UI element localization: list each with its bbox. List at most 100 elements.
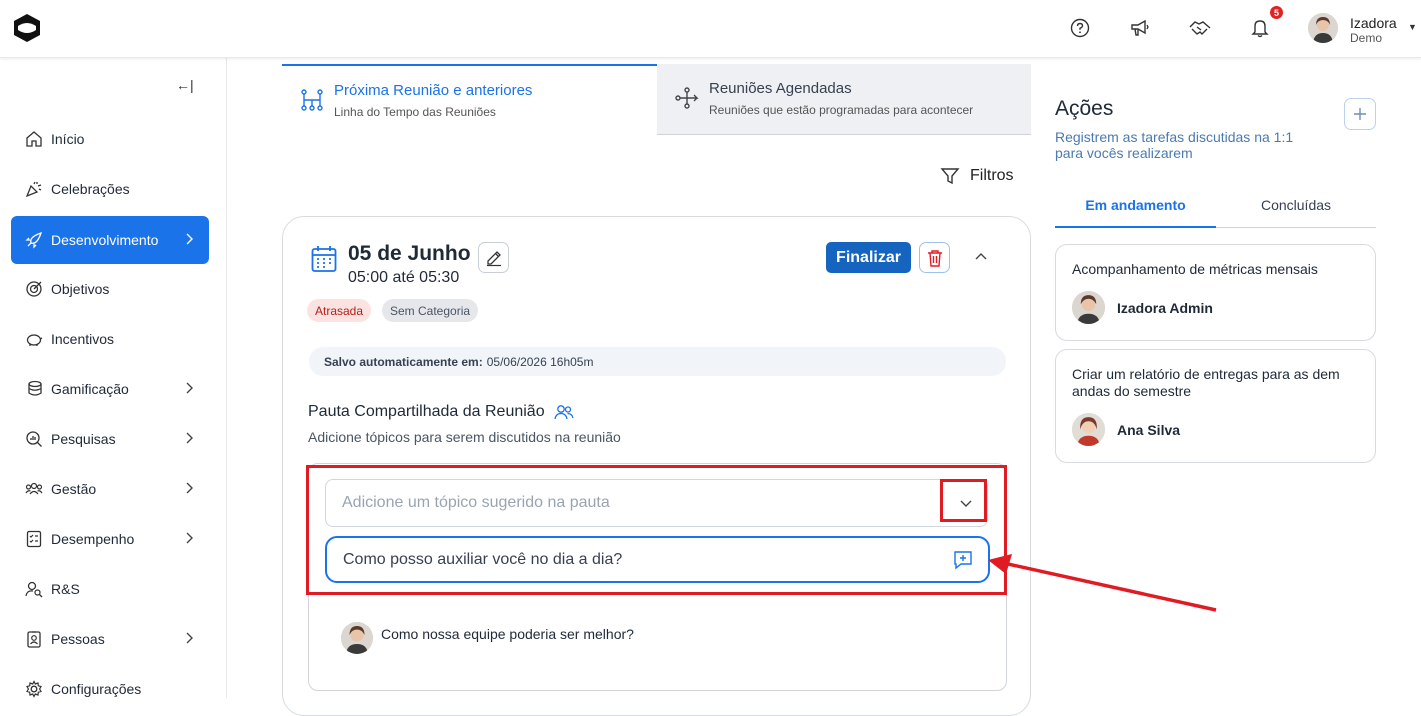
status-badge: Atrasada [307, 299, 372, 322]
filters-button[interactable]: Filtros [940, 166, 1014, 186]
megaphone-icon[interactable] [1128, 16, 1152, 40]
tab-subtitle: Linha do Tempo das Reuniões [334, 105, 496, 119]
sidebar-item-gestao[interactable]: Gestão [11, 465, 209, 513]
schedule-flow-icon [675, 87, 699, 109]
sidebar-item-label: Incentivos [51, 331, 115, 347]
assignee-name: Izadora Admin [1117, 299, 1213, 316]
autosave-label: Salvo automaticamente em: [324, 354, 483, 369]
action-text: Acompanhamento de métricas mensais [1072, 261, 1318, 277]
sidebar-item-objetivos[interactable]: Objetivos [11, 265, 209, 313]
search-chart-icon [24, 429, 44, 449]
help-icon[interactable] [1068, 16, 1092, 40]
meeting-tabs: Próxima Reunião e anteriores Linha do Te… [282, 64, 1031, 136]
finalize-button[interactable]: Finalizar [826, 242, 911, 273]
avatar [1072, 413, 1105, 446]
bell-icon[interactable] [1248, 16, 1272, 40]
assignee-name: Ana Silva [1117, 421, 1181, 438]
tab-proxima-reuniao[interactable]: Próxima Reunião e anteriores Linha do Te… [282, 64, 657, 135]
team-icon [24, 479, 44, 499]
chevron-up-icon[interactable] [973, 248, 989, 264]
badge-icon [24, 629, 44, 649]
coins-icon [24, 379, 44, 399]
meeting-date: 05 de Junho [348, 242, 471, 265]
meeting-time: 05:00 até 05:30 [348, 269, 460, 286]
tab-subtitle: Reuniões que estão programadas para acon… [709, 103, 974, 117]
target-icon [24, 279, 44, 299]
chevron-right-icon [186, 532, 193, 544]
sidebar-item-celebracoes[interactable]: Celebrações [11, 165, 209, 213]
tab-em-andamento[interactable]: Em andamento [1055, 183, 1216, 228]
party-icon [24, 179, 44, 199]
sidebar-item-pessoas[interactable]: Pessoas [11, 615, 209, 663]
checklist-icon [24, 529, 44, 549]
category-badge: Sem Categoria [382, 299, 479, 322]
chevron-right-icon [186, 482, 193, 494]
autosave-value: 05/06/2026 16h05m [486, 354, 594, 369]
app-logo-icon[interactable] [13, 13, 41, 43]
sidebar-item-desempenho[interactable]: Desempenho [11, 515, 209, 563]
tab-title: Próxima Reunião e anteriores [334, 82, 533, 99]
tab-reunioes-agendadas[interactable]: Reuniões Agendadas Reuniões que estão pr… [657, 64, 1031, 135]
handshake-icon[interactable] [1188, 16, 1212, 40]
trash-icon [927, 249, 942, 267]
shared-users-icon [553, 405, 574, 420]
action-text: Criar um relatório de entregas para as d… [1072, 366, 1340, 399]
highlight-box [940, 479, 987, 522]
list-item[interactable]: Como nossa equipe poderia ser melhor? [341, 622, 634, 654]
sidebar-item-inicio[interactable]: Início [11, 115, 209, 163]
sidebar-item-label: Desenvolvimento [51, 232, 159, 248]
user-name[interactable]: Izadora [1350, 15, 1397, 31]
agenda-subtitle: Adicione tópicos para serem discutidos n… [308, 429, 621, 445]
sidebar-item-label: Celebrações [51, 181, 130, 197]
tab-title: Reuniões Agendadas [709, 80, 852, 97]
sidebar-item-label: Desempenho [51, 531, 135, 547]
piggy-bank-icon [24, 329, 44, 349]
user-avatar[interactable] [1308, 13, 1338, 43]
actions-subtitle: Registrem as tarefas discutidas na 1:1 p… [1055, 129, 1294, 161]
edit-icon [486, 250, 501, 266]
sidebar-item-rs[interactable]: R&S [11, 565, 209, 613]
sidebar-item-pesquisas[interactable]: Pesquisas [11, 415, 209, 463]
chevron-right-icon [186, 432, 193, 444]
annotation-arrow [988, 554, 1217, 612]
action-card[interactable]: Criar um relatório de entregas para as d… [1055, 349, 1376, 463]
sidebar-item-desenvolvimento[interactable]: Desenvolvimento [11, 216, 209, 264]
delete-meeting-button[interactable] [919, 242, 950, 273]
rocket-icon [24, 230, 44, 250]
sidebar-item-label: Início [51, 131, 85, 147]
chevron-right-icon [186, 233, 193, 245]
action-assignee: Ana Silva [1072, 413, 1180, 446]
filter-icon [940, 168, 960, 185]
sidebar-item-label: Gestão [51, 481, 97, 497]
sidebar-item-label: Objetivos [51, 281, 110, 297]
highlight-box [306, 465, 1007, 595]
top-bar: 5 Izadora Demo ▼ [0, 0, 1421, 58]
sidebar-item-configuracoes[interactable]: Configurações [11, 665, 209, 713]
filters-label: Filtros [970, 167, 1014, 184]
sidebar-item-label: Configurações [51, 681, 142, 697]
user-role: Demo [1350, 31, 1383, 45]
sidebar-item-label: R&S [51, 581, 80, 597]
avatar [1072, 291, 1105, 324]
sidebar-item-incentivos[interactable]: Incentivos [11, 315, 209, 363]
add-action-button[interactable] [1344, 98, 1376, 130]
collapse-sidebar-icon[interactable]: ←| [176, 77, 194, 93]
sidebar-item-label: Pesquisas [51, 431, 116, 447]
sidebar-item-label: Gamificação [51, 381, 129, 397]
edit-meeting-button[interactable] [478, 242, 509, 273]
chevron-right-icon [186, 382, 193, 394]
topic-text: Como nossa equipe poderia ser melhor? [381, 626, 634, 642]
action-card[interactable]: Acompanhamento de métricas mensais Izado… [1055, 244, 1376, 341]
avatar [341, 622, 373, 654]
tab-concluidas[interactable]: Concluídas [1216, 183, 1376, 228]
timeline-icon [301, 89, 323, 111]
plus-icon [1354, 108, 1366, 120]
calendar-icon [311, 246, 337, 272]
notification-badge: 5 [1270, 6, 1283, 19]
actions-title: Ações [1055, 97, 1114, 120]
sidebar-item-gamificacao[interactable]: Gamificação [11, 365, 209, 413]
agenda-title-text: Pauta Compartilhada da Reunião [308, 403, 545, 420]
chevron-down-icon[interactable]: ▼ [1408, 22, 1417, 32]
chevron-right-icon [186, 632, 193, 644]
autosave-status: Salvo automaticamente em: 05/06/2026 16h… [309, 347, 1006, 376]
